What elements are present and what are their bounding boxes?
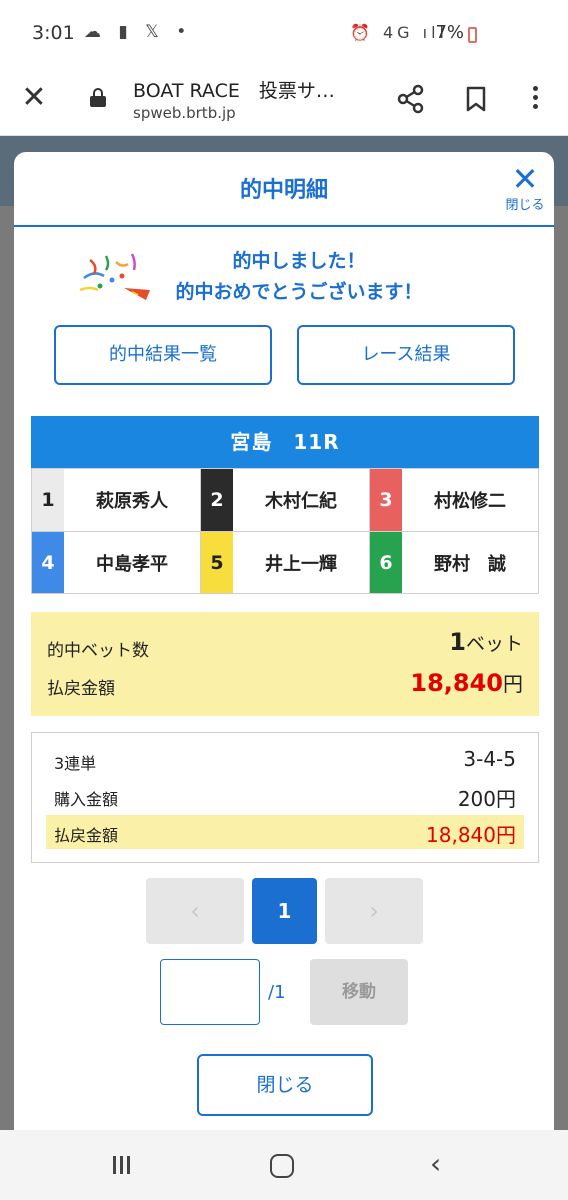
racer-cell-2: 2 木村仁紀 [200, 469, 369, 531]
home-icon[interactable] [270, 1154, 294, 1178]
detail-payout-label: 払戻金額 [54, 826, 119, 845]
status-bar: 3:01 ☁ ▮ 𝕏 • ⏰ 4G ıll 7% [0, 0, 568, 70]
racer-cell-1: 1 萩原秀人 [32, 469, 200, 531]
racer-cell-5: 5 井上一輝 [200, 532, 369, 593]
modal-close-button[interactable]: ✕ 閉じる [498, 160, 552, 214]
page-url[interactable]: spweb.brtb.jp [133, 104, 236, 122]
racer-number: 3 [370, 469, 402, 531]
racer-number: 5 [201, 532, 233, 593]
race-results-button[interactable]: レース結果 [297, 325, 515, 385]
signal-icons: ⏰ 4G ıll [349, 23, 448, 42]
hit-bets-label: 的中ベット数 [47, 641, 149, 661]
hit-details-modal: 的中明細 ✕ 閉じる 的中しました！ 的中おめでとうございます！ 的中結果一覧 … [14, 152, 554, 1142]
detail-payout-value: 18,840円 [426, 823, 516, 847]
racer-number: 1 [32, 469, 64, 531]
hit-results-list-button[interactable]: 的中結果一覧 [54, 325, 272, 385]
party-popper-icon [79, 253, 150, 300]
modal-title: 的中明細 [239, 178, 328, 203]
congrats-line-2: 的中おめでとうございます！ [175, 281, 423, 303]
page-title[interactable]: BOAT RACE 投票サ… [133, 76, 335, 103]
racer-number: 2 [201, 469, 233, 531]
racer-name: 村松修二 [434, 491, 506, 512]
pager-current-page[interactable]: 1 [252, 878, 317, 944]
racer-name: 中島孝平 [96, 553, 168, 575]
bottom-close-button[interactable]: 閉じる [197, 1054, 373, 1116]
bet-type-row: 3連単 3-4-5 [46, 743, 524, 777]
pager-next-button[interactable]: › [325, 878, 423, 944]
bet-combination: 3-4-5 [463, 747, 516, 771]
racer-name: 萩原秀人 [96, 491, 168, 512]
racer-cell-6: 6 野村 誠 [369, 532, 538, 593]
close-tab-icon[interactable]: ✕ [20, 83, 48, 113]
go-to-page-button[interactable]: 移動 [310, 959, 408, 1025]
bookmark-icon[interactable] [466, 86, 486, 112]
hit-summary-box: 的中ベット数 1ベット 払戻金額 18,840円 [31, 612, 539, 716]
bet-detail-box: 3連単 3-4-5 購入金額 200円 払戻金額 18,840円 [31, 732, 539, 863]
racer-cell-3: 3 村松修二 [369, 469, 538, 531]
congratulations-message: 的中しました！ 的中おめでとうございます！ [149, 246, 449, 308]
purchase-label: 購入金額 [54, 790, 119, 809]
hit-bets-value: 1ベット [449, 628, 523, 656]
race-header: 宮島 11R [31, 416, 539, 468]
hit-bets-count: 1 [449, 628, 466, 656]
payout-label: 払戻金額 [47, 679, 115, 699]
racer-name: 井上一輝 [265, 553, 337, 575]
page-number-input[interactable] [160, 959, 260, 1025]
page-total: /1 [268, 982, 286, 1003]
hit-bets-unit: ベット [465, 633, 523, 655]
recents-icon[interactable] [113, 1156, 137, 1176]
racer-number: 4 [32, 532, 64, 593]
share-icon[interactable] [396, 84, 426, 114]
close-icon: ✕ [511, 160, 539, 198]
racer-cell-4: 4 中島孝平 [32, 532, 200, 593]
back-icon[interactable]: ‹ [430, 1150, 441, 1178]
bet-type: 3連単 [54, 754, 97, 773]
racer-row: 1 萩原秀人 2 木村仁紀 3 村松修二 [32, 469, 538, 531]
payout-value: 18,840円 [410, 668, 523, 697]
browser-toolbar: ✕ BOAT RACE 投票サ… spweb.brtb.jp [0, 70, 568, 136]
notification-icons: ☁ ▮ 𝕏 • [84, 22, 193, 42]
pager-prev-button[interactable]: ‹ [146, 878, 244, 944]
clock: 3:01 [32, 22, 75, 44]
payout-amount: 18,840 [410, 669, 503, 697]
purchase-value: 200円 [457, 787, 516, 811]
purchase-row: 購入金額 200円 [46, 779, 524, 813]
racer-table: 1 萩原秀人 2 木村仁紀 3 村松修二 4 中島孝平 5 井上一輝 6 野村 … [31, 468, 539, 594]
title-divider [14, 225, 554, 227]
detail-payout-row: 払戻金額 18,840円 [46, 815, 524, 849]
racer-row: 4 中島孝平 5 井上一輝 6 野村 誠 [32, 531, 538, 593]
racer-name: 野村 誠 [434, 553, 506, 575]
congrats-line-1: 的中しました！ [232, 250, 366, 272]
more-options-icon[interactable] [530, 82, 540, 116]
battery-level: 7% [435, 22, 464, 43]
payout-unit: 円 [503, 672, 523, 696]
battery-icon [468, 27, 477, 43]
modal-close-label: 閉じる [505, 198, 545, 213]
lock-icon[interactable] [90, 88, 106, 107]
racer-name: 木村仁紀 [265, 491, 337, 512]
system-nav-bar: ‹ [0, 1130, 568, 1200]
racer-number: 6 [370, 532, 402, 593]
